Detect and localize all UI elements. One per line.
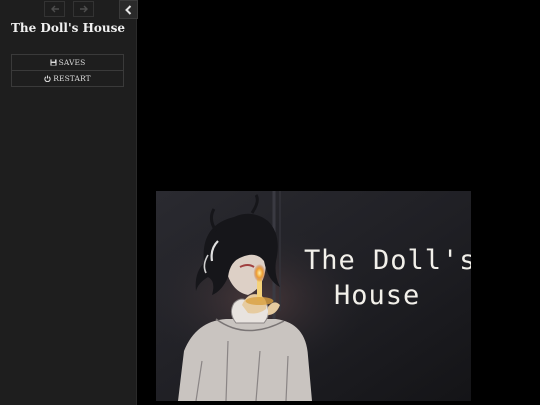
story-title: The Doll's House	[10, 21, 126, 35]
floppy-disk-icon	[50, 59, 57, 66]
arrow-right-icon	[79, 5, 88, 13]
restart-label: RESTART	[53, 74, 91, 83]
history-nav	[44, 1, 94, 17]
history-forward-button[interactable]	[73, 1, 94, 17]
title-illustration: The Doll's House	[156, 191, 471, 401]
image-title-line-2: House	[334, 280, 420, 311]
chevron-left-icon	[125, 4, 132, 15]
image-title-line-1: The Doll's	[304, 245, 471, 276]
ui-bar: The Doll's House SAVES RESTART	[0, 0, 138, 405]
arrow-left-icon	[50, 5, 59, 13]
saves-button[interactable]: SAVES	[11, 54, 124, 71]
ui-bar-toggle-button[interactable]	[119, 0, 138, 19]
power-icon	[44, 75, 51, 82]
history-back-button[interactable]	[44, 1, 65, 17]
story-menu: SAVES RESTART	[11, 54, 124, 87]
restart-button[interactable]: RESTART	[11, 71, 124, 87]
saves-label: SAVES	[58, 58, 86, 67]
